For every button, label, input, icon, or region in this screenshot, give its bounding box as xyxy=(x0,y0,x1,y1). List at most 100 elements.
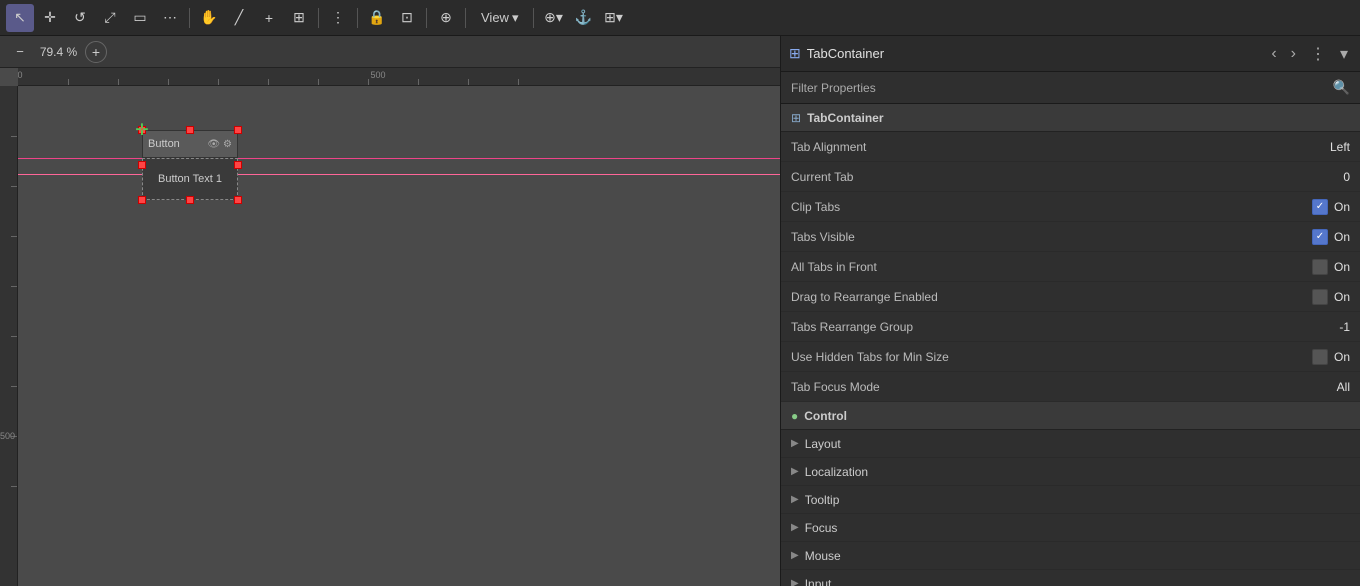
prop-tab-focus-mode-value[interactable]: All xyxy=(1337,380,1350,394)
prop-all-tabs-front-on: On xyxy=(1334,260,1350,274)
sep4 xyxy=(426,8,427,28)
guide-line-horizontal xyxy=(18,174,780,175)
move-handle-icon[interactable]: ✛ xyxy=(135,120,148,140)
handle-mr[interactable] xyxy=(234,161,242,169)
prop-drag-rearrange-label: Drag to Rearrange Enabled xyxy=(791,290,1312,304)
ruler-label-500: 500 xyxy=(370,70,385,80)
layout-arrow-icon: ▶ xyxy=(791,438,799,449)
button-text-label: Button Text 1 xyxy=(158,173,222,185)
line-tool-btn[interactable]: ╱ xyxy=(225,4,253,32)
prop-hidden-tabs-minsize-value: On xyxy=(1312,349,1350,365)
control-section-header: ● Control xyxy=(781,402,1360,430)
sep2 xyxy=(318,8,319,28)
top-toolbar: ↖ ✛ ↺ ⤢ ▭ ⋯ ✋ ╱ + ⊞ ⋮ 🔒 ⊡ ⊕ View ▾ ⊕▾ ⚓ … xyxy=(0,0,1360,36)
canvas-area[interactable]: − 79.4 % + 0 500 xyxy=(0,36,780,586)
button-node-icons: 👁 ⚙ xyxy=(207,139,232,150)
prop-tabs-visible-checkbox[interactable]: ✓ xyxy=(1312,229,1328,245)
node-widget[interactable]: ✛ Button 👁 ⚙ xyxy=(128,116,233,206)
rect-tool-btn[interactable]: ▭ xyxy=(126,4,154,32)
section-mouse[interactable]: ▶ Mouse xyxy=(781,542,1360,570)
prop-clip-tabs-value: ✓ On xyxy=(1312,199,1350,215)
prop-hidden-tabs-minsize-on: On xyxy=(1334,350,1350,364)
transform-tool-btn[interactable]: ⊡ xyxy=(393,4,421,32)
control-section-icon: ● xyxy=(791,409,798,423)
prop-hidden-tabs-minsize-checkbox[interactable] xyxy=(1312,349,1328,365)
prop-tabs-visible-value: ✓ On xyxy=(1312,229,1350,245)
panel-header: ⊞ TabContainer ‹ › ⋮ ▾ xyxy=(781,36,1360,72)
rotate-tool-btn[interactable]: ↺ xyxy=(66,4,94,32)
prop-clip-tabs-checkbox[interactable]: ✓ xyxy=(1312,199,1328,215)
handle-tr[interactable] xyxy=(234,126,242,134)
prop-current-tab-value[interactable]: 0 xyxy=(1343,170,1350,184)
selection-guide-line xyxy=(18,158,780,159)
section-focus[interactable]: ▶ Focus xyxy=(781,514,1360,542)
add-scene-btn[interactable]: ⊕▾ xyxy=(539,4,567,32)
zoom-add-btn[interactable]: + xyxy=(85,41,107,63)
prop-clip-tabs-on: On xyxy=(1334,200,1350,214)
move-tool-btn[interactable]: ✛ xyxy=(36,4,64,32)
select-tool-btn[interactable]: ↖ xyxy=(6,4,34,32)
prop-tabs-rearrange-group-value[interactable]: -1 xyxy=(1339,320,1350,334)
mouse-label: Mouse xyxy=(805,549,841,563)
panel-back-btn[interactable]: ‹ xyxy=(1267,43,1280,65)
prop-tabs-visible: Tabs Visible ✓ On xyxy=(781,222,1360,252)
more-tool-btn[interactable]: ⋯ xyxy=(156,4,184,32)
handle-bl[interactable] xyxy=(138,196,146,204)
tab-container-header-icon: ⊞ xyxy=(789,45,801,62)
debug-btn[interactable]: ⊞▾ xyxy=(599,4,627,32)
prop-tab-focus-mode: Tab Focus Mode All xyxy=(781,372,1360,402)
handle-bc[interactable] xyxy=(186,196,194,204)
btn-visibility-icon[interactable]: 👁 xyxy=(207,139,220,150)
panel-forward-btn[interactable]: › xyxy=(1287,43,1300,65)
focus-label: Focus xyxy=(805,521,838,535)
panel-collapse-btn[interactable]: ▾ xyxy=(1336,42,1352,66)
prop-tabs-rearrange-group: Tabs Rearrange Group -1 xyxy=(781,312,1360,342)
tooltip-arrow-icon: ▶ xyxy=(791,494,799,505)
handle-tc[interactable] xyxy=(186,126,194,134)
grid-tool-btn[interactable]: ⊞ xyxy=(285,4,313,32)
snap-tool-btn[interactable]: ⊕ xyxy=(432,4,460,32)
tooltip-label: Tooltip xyxy=(805,493,840,507)
layout-label: Layout xyxy=(805,437,841,451)
zoom-out-btn[interactable]: − xyxy=(8,40,32,64)
prop-current-tab: Current Tab 0 xyxy=(781,162,1360,192)
prop-all-tabs-front-label: All Tabs in Front xyxy=(791,260,1312,274)
filter-search-btn[interactable]: 🔍 xyxy=(1333,79,1350,96)
button-text-node[interactable]: Button Text 1 xyxy=(142,158,238,200)
panel-title: TabContainer xyxy=(807,46,884,61)
anchor-btn[interactable]: ⚓ xyxy=(569,4,597,32)
prop-drag-rearrange: Drag to Rearrange Enabled On xyxy=(781,282,1360,312)
ruler-label-0: 0 xyxy=(18,70,23,80)
tab-container-section-icon: ⊞ xyxy=(791,111,801,125)
button-node[interactable]: Button 👁 ⚙ xyxy=(142,130,238,158)
view-btn[interactable]: View ▾ xyxy=(471,4,528,32)
prop-tabs-visible-on: On xyxy=(1334,230,1350,244)
btn-settings-icon[interactable]: ⚙ xyxy=(223,139,232,150)
panel-menu-btn[interactable]: ⋮ xyxy=(1306,42,1330,66)
ruler-label-500v: 500 xyxy=(0,431,15,441)
prop-tab-alignment-value[interactable]: Left xyxy=(1330,140,1350,154)
scale-tool-btn[interactable]: ⤢ xyxy=(96,4,124,32)
section-tooltip[interactable]: ▶ Tooltip xyxy=(781,486,1360,514)
extra-tool-btn[interactable]: + xyxy=(255,4,283,32)
handle-br[interactable] xyxy=(234,196,242,204)
prop-all-tabs-front: All Tabs in Front On xyxy=(781,252,1360,282)
handle-ml[interactable] xyxy=(138,161,146,169)
sep6 xyxy=(533,8,534,28)
prop-drag-rearrange-checkbox[interactable] xyxy=(1312,289,1328,305)
canvas-workspace[interactable]: ✛ Button 👁 ⚙ xyxy=(18,86,780,586)
prop-drag-rearrange-on: On xyxy=(1334,290,1350,304)
prop-hidden-tabs-minsize-label: Use Hidden Tabs for Min Size xyxy=(791,350,1312,364)
localization-arrow-icon: ▶ xyxy=(791,466,799,477)
prop-clip-tabs: Clip Tabs ✓ On xyxy=(781,192,1360,222)
tab-container-section-title: TabContainer xyxy=(807,111,883,125)
hand-tool-btn[interactable]: ✋ xyxy=(195,4,223,32)
prop-hidden-tabs-minsize: Use Hidden Tabs for Min Size On xyxy=(781,342,1360,372)
section-localization[interactable]: ▶ Localization xyxy=(781,458,1360,486)
lock-tool-btn[interactable]: 🔒 xyxy=(363,4,391,32)
section-layout[interactable]: ▶ Layout xyxy=(781,430,1360,458)
section-input[interactable]: ▶ Input xyxy=(781,570,1360,586)
dots-tool-btn[interactable]: ⋮ xyxy=(324,4,352,32)
prop-all-tabs-front-checkbox[interactable] xyxy=(1312,259,1328,275)
prop-drag-rearrange-value: On xyxy=(1312,289,1350,305)
